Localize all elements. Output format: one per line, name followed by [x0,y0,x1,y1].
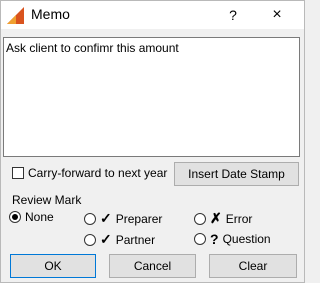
review-mark-label: Review Mark [12,193,82,207]
checkmark-icon: ✓ [100,210,112,226]
clear-button[interactable]: Clear [209,254,297,278]
review-option-partner[interactable]: ✓ Partner [84,231,155,248]
review-option-error[interactable]: ✗ Error [194,210,252,227]
app-logo-icon [7,7,24,24]
radio-question[interactable] [194,233,206,245]
window-title: Memo [31,6,70,22]
ok-button[interactable]: OK [10,254,96,278]
insert-date-stamp-button[interactable]: Insert Date Stamp [174,162,299,186]
memo-text-area[interactable]: Ask client to confimr this amount [3,37,300,157]
review-option-label: Partner [115,232,156,247]
review-option-question[interactable]: ? Question [194,231,271,247]
question-mark-icon: ? [210,231,219,247]
review-option-none[interactable]: None [9,210,54,224]
checkbox-box[interactable] [12,167,24,179]
checkmark-icon: ✓ [100,231,112,247]
review-option-label: Error [225,211,253,226]
review-option-label: Preparer [115,211,163,226]
carry-forward-label: Carry-forward to next year [28,166,168,180]
radio-none[interactable] [9,211,21,223]
review-option-label: Question [222,232,271,246]
close-button[interactable]: × [264,4,290,26]
radio-error[interactable] [194,212,206,225]
review-option-label: None [25,210,54,224]
carry-forward-checkbox[interactable]: Carry-forward to next year [12,166,167,180]
cancel-button[interactable]: Cancel [109,254,196,278]
radio-partner[interactable] [84,233,96,246]
help-button[interactable]: ? [222,4,244,26]
title-bar: Memo ? × [1,1,304,29]
review-option-preparer[interactable]: ✓ Preparer [84,210,162,227]
radio-preparer[interactable] [84,212,96,225]
x-mark-icon: ✗ [210,210,222,226]
memo-dialog: Memo ? × Ask client to confimr this amou… [0,0,305,283]
